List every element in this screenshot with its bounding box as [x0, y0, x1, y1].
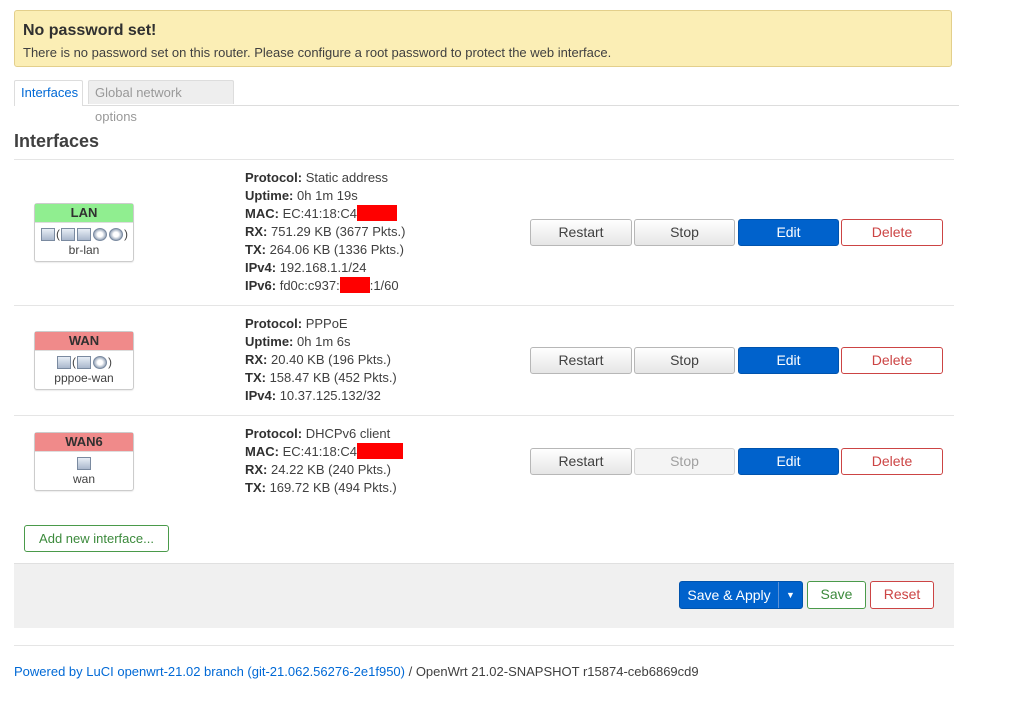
openwrt-version: / OpenWrt 21.02-SNAPSHOT r15874-ceb6869c…: [404, 664, 699, 679]
device-name: wan: [72, 472, 95, 486]
row-divider: [14, 305, 954, 306]
section-title: Interfaces: [14, 131, 100, 151]
redaction-block: [357, 443, 403, 459]
label-rx: RX:: [245, 224, 268, 239]
footer-divider: [14, 645, 954, 646]
protocol-value: DHCPv6 client: [305, 426, 391, 441]
edit-button-wan[interactable]: Edit: [738, 347, 839, 374]
label-protocol: Protocol:: [245, 426, 303, 441]
label-tx: TX:: [245, 370, 266, 385]
mac-value: EC:41:18:C4: [282, 206, 357, 221]
stop-button-wan[interactable]: Stop: [634, 347, 735, 374]
bridge-icon: [41, 228, 55, 242]
protocol-value: Static address: [305, 170, 389, 185]
tx-value: 264.06 KB (1336 Pkts.): [269, 242, 404, 257]
interface-name: WAN: [35, 332, 133, 351]
label-tx: TX:: [245, 480, 266, 495]
protocol-value: PPPoE: [305, 316, 348, 331]
label-protocol: Protocol:: [245, 170, 303, 185]
footer: Powered by LuCI openwrt-21.02 branch (gi…: [14, 664, 699, 679]
stop-button-lan[interactable]: Stop: [634, 219, 735, 246]
row-divider: [14, 415, 954, 416]
interface-name: WAN6: [35, 433, 133, 452]
interface-name: LAN: [35, 204, 133, 223]
restart-button-wan6[interactable]: Restart: [530, 448, 632, 475]
ethernet-port-icon: [77, 356, 91, 370]
alert-message: There is no password set on this router.…: [23, 45, 612, 60]
rx-value: 24.22 KB (240 Pkts.): [271, 462, 391, 477]
label-tx: TX:: [245, 242, 266, 257]
redaction-block: [339, 277, 370, 293]
device-name: br-lan: [68, 243, 100, 257]
label-rx: RX:: [245, 352, 268, 367]
interface-status-wan6: Protocol: DHCPv6 client MAC: EC:41:18:C4…: [245, 425, 403, 497]
device-name: pppoe-wan: [54, 371, 114, 385]
tab-bar: Interfaces Global network options: [14, 80, 959, 124]
label-protocol: Protocol:: [245, 316, 303, 331]
edit-button-wan6[interactable]: Edit: [738, 448, 839, 475]
chevron-down-icon[interactable]: ▼: [779, 582, 802, 608]
tx-value: 158.47 KB (452 Pkts.): [269, 370, 397, 385]
interface-badge-lan: LAN () br-lan: [34, 203, 134, 262]
ipv4-value: 10.37.125.132/32: [279, 388, 381, 403]
luci-link[interactable]: Powered by LuCI openwrt-21.02 branch (gi…: [14, 664, 405, 679]
label-uptime: Uptime:: [245, 188, 294, 203]
device-icons: (): [35, 225, 133, 243]
tab-global-network-options[interactable]: Global network options: [88, 80, 234, 124]
wifi-icon: [109, 228, 123, 242]
device-icons: [35, 454, 133, 472]
interface-status-wan: Protocol: PPPoE Uptime: 0h 1m 6s RX: 20.…: [245, 315, 397, 405]
save-apply-button[interactable]: Save & Apply: [680, 582, 779, 608]
delete-button-wan6[interactable]: Delete: [841, 448, 943, 475]
alert-title: No password set!: [23, 22, 157, 39]
save-button[interactable]: Save: [807, 581, 866, 609]
ipv6-prefix: fd0c:c937:: [279, 278, 340, 293]
no-password-alert: No password set! There is no password se…: [14, 10, 952, 67]
save-apply-split-button: Save & Apply ▼: [679, 581, 803, 609]
label-ipv6: IPv6:: [245, 278, 277, 293]
label-ipv4: IPv4:: [245, 388, 277, 403]
delete-button-wan[interactable]: Delete: [841, 347, 943, 374]
restart-button-lan[interactable]: Restart: [530, 219, 632, 246]
ethernet-port-icon: [61, 228, 75, 242]
uptime-value: 0h 1m 19s: [297, 188, 358, 203]
reset-button[interactable]: Reset: [870, 581, 934, 609]
add-new-interface-button[interactable]: Add new interface...: [24, 525, 169, 552]
redaction-block: [357, 205, 397, 221]
rx-value: 751.29 KB (3677 Pkts.): [271, 224, 406, 239]
delete-button-lan[interactable]: Delete: [841, 219, 943, 246]
label-mac: MAC:: [245, 444, 279, 459]
device-icons: (): [35, 353, 133, 371]
rx-value: 20.40 KB (196 Pkts.): [271, 352, 391, 367]
uptime-value: 0h 1m 6s: [297, 334, 351, 349]
label-ipv4: IPv4:: [245, 260, 277, 275]
label-uptime: Uptime:: [245, 334, 294, 349]
mac-value: EC:41:18:C4: [282, 444, 357, 459]
ipv4-value: 192.168.1.1/24: [279, 260, 367, 275]
edit-button-lan[interactable]: Edit: [738, 219, 839, 246]
tunnel-icon: [57, 356, 71, 370]
tab-interfaces[interactable]: Interfaces: [14, 80, 83, 106]
stop-button-wan6[interactable]: Stop: [634, 448, 735, 475]
tx-value: 169.72 KB (494 Pkts.): [269, 480, 397, 495]
interface-status-lan: Protocol: Static address Uptime: 0h 1m 1…: [245, 169, 405, 295]
ipv6-suffix: :1/60: [369, 278, 399, 293]
divider: [14, 159, 954, 160]
label-rx: RX:: [245, 462, 268, 477]
ethernet-port-icon: [77, 228, 91, 242]
interface-badge-wan: WAN () pppoe-wan: [34, 331, 134, 390]
restart-button-wan[interactable]: Restart: [530, 347, 632, 374]
wifi-icon: [93, 356, 107, 370]
wifi-icon: [93, 228, 107, 242]
interface-badge-wan6: WAN6 wan: [34, 432, 134, 491]
label-mac: MAC:: [245, 206, 279, 221]
ethernet-port-icon: [77, 457, 91, 471]
